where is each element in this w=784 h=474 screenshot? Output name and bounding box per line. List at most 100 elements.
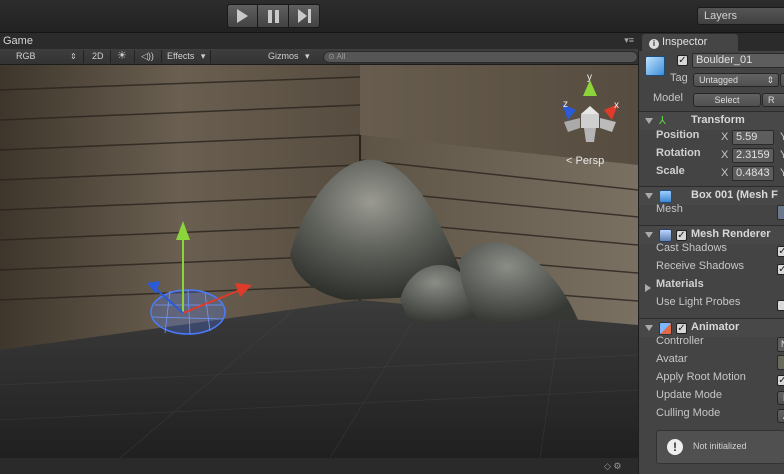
pause-icon [267,9,279,23]
audio-icon[interactable]: ◁)) [141,49,154,64]
alert-icon: ! [667,439,683,455]
chevron-down-icon: ▾ [305,51,310,61]
position-label: Position [656,129,700,141]
fold-icon [645,118,653,124]
avatar-field[interactable] [777,355,784,370]
cast-shadows-checkbox[interactable]: ✓ [777,246,784,257]
info-icon: i [649,39,659,49]
object-name-field[interactable]: Boulder_01 [692,53,784,68]
mesh-label: Mesh [656,203,683,215]
search-placeholder: All [336,52,346,61]
inspector-tab-label: Inspector [662,36,708,48]
rotation-y-label: Y [780,149,784,161]
mesh-renderer-icon [659,229,672,242]
2d-toggle[interactable]: 2D [92,49,104,64]
animator-icon [659,322,672,335]
culling-mode-label: Culling Mode [656,407,721,419]
controller-label: Controller [656,335,704,347]
tab-inspector[interactable]: i Inspector [642,34,738,51]
gizmo-x-label: x [614,100,619,111]
tag-dropdown[interactable]: Untagged ⇕ [693,73,779,87]
effects-dropdown[interactable]: Effects ▾ [167,49,205,64]
select-button[interactable]: Select [693,93,761,107]
perspective-label[interactable]: < Persp [566,155,604,167]
gizmos-label: Gizmos [268,51,299,61]
display-mode-arrows-icon: ⇕ [70,52,77,61]
receive-shadows-label: Receive Shadows [656,260,745,272]
layers-dropdown[interactable]: Layers [697,7,784,25]
transform-icon: ⅄ [659,115,666,127]
scale-y-label: Y [780,167,784,179]
use-light-probes-checkbox[interactable]: ✓ [777,300,784,311]
fold-icon [645,193,653,199]
playback-controls [227,4,320,28]
chevron-updown-icon: ⇕ [766,75,774,85]
chevron-down-icon: ▾ [200,51,206,61]
tag-value: Untagged [699,75,739,85]
transform-header[interactable]: ⅄ Transform [639,111,784,130]
scale-label: Scale [656,165,685,177]
mesh-object-field[interactable] [777,205,784,220]
avatar-label: Avatar [656,353,688,365]
gizmo-y-label: y [587,72,592,83]
pause-button[interactable] [258,4,289,28]
tab-game[interactable]: Game [0,34,36,49]
sun-icon[interactable]: ☀ [117,49,127,64]
position-x-field[interactable]: 5.59 [732,130,774,145]
tag-label: Tag [670,72,688,84]
active-checkbox[interactable]: ✓ [677,55,688,66]
game-tab-bar: Game ▾≡ [0,33,638,49]
main-toolbar: Layers [0,0,784,33]
mesh-filter-icon [659,190,672,203]
inspector-tab-bar: i Inspector [638,33,784,51]
animator-title: Animator [691,321,740,333]
play-icon [237,9,248,23]
update-mode-label: Update Mode [656,389,723,401]
play-button[interactable] [227,4,258,28]
game-view-status-bar: ◇ ⚙ [0,458,638,474]
receive-shadows-checkbox[interactable]: ✓ [777,264,784,275]
revert-button[interactable]: R [762,93,784,107]
display-mode-label: RGB [16,51,36,61]
fold-icon [645,232,653,238]
display-mode-dropdown[interactable]: RGB [16,49,36,64]
step-button[interactable] [289,4,320,28]
materials-label[interactable]: Materials [656,278,704,290]
status-icon: ◇ ⚙ [604,461,622,471]
culling-mode-dropdown[interactable]: A [777,409,784,423]
scene-render [0,65,638,458]
fold-icon [645,325,653,331]
gizmo-z-label: z [563,99,568,110]
cast-shadows-label: Cast Shadows [656,242,727,254]
materials-fold-icon[interactable] [645,284,651,292]
controller-field[interactable]: N [777,337,784,352]
rotation-label: Rotation [656,147,701,159]
inspector-panel: ✓ Boulder_01 Tag Untagged ⇕ Model Select… [638,51,784,474]
rotation-x-field[interactable]: 2.3159 [732,148,774,163]
search-icon: ⊙ [328,52,335,61]
game-view-controls: RGB ⇕ 2D ☀ ◁)) Effects ▾ Gizmos ▾ ⊙ All [0,49,638,65]
warning-text: Not initialized [693,441,747,451]
update-mode-dropdown[interactable]: N [777,391,784,405]
apply-root-motion-checkbox[interactable]: ✓ [777,375,784,386]
cube-icon [645,56,665,76]
position-x-label: X [721,131,729,143]
animator-checkbox[interactable]: ✓ [676,323,687,334]
tab-menu-icon[interactable]: ▾≡ [624,36,634,45]
step-icon [297,9,311,23]
use-light-probes-label: Use Light Probes [656,296,741,308]
model-label: Model [653,92,683,104]
mesh-renderer-title: Mesh Renderer [691,228,771,240]
transform-title: Transform [691,114,745,126]
tag-extra-dropdown[interactable] [780,73,784,87]
scale-x-field[interactable]: 0.4843 [732,166,774,181]
mesh-filter-title: Box 001 (Mesh F [691,189,778,201]
game-viewport[interactable]: y x z < Persp [0,65,638,458]
apply-root-motion-label: Apply Root Motion [656,371,746,383]
search-input[interactable]: ⊙ All [323,51,638,63]
effects-label: Effects [167,51,195,61]
rotation-x-label: X [721,149,729,161]
mesh-renderer-checkbox[interactable]: ✓ [676,230,687,241]
not-initialized-warning: ! Not initialized [656,430,784,464]
gizmos-dropdown[interactable]: Gizmos ▾ [268,49,310,64]
